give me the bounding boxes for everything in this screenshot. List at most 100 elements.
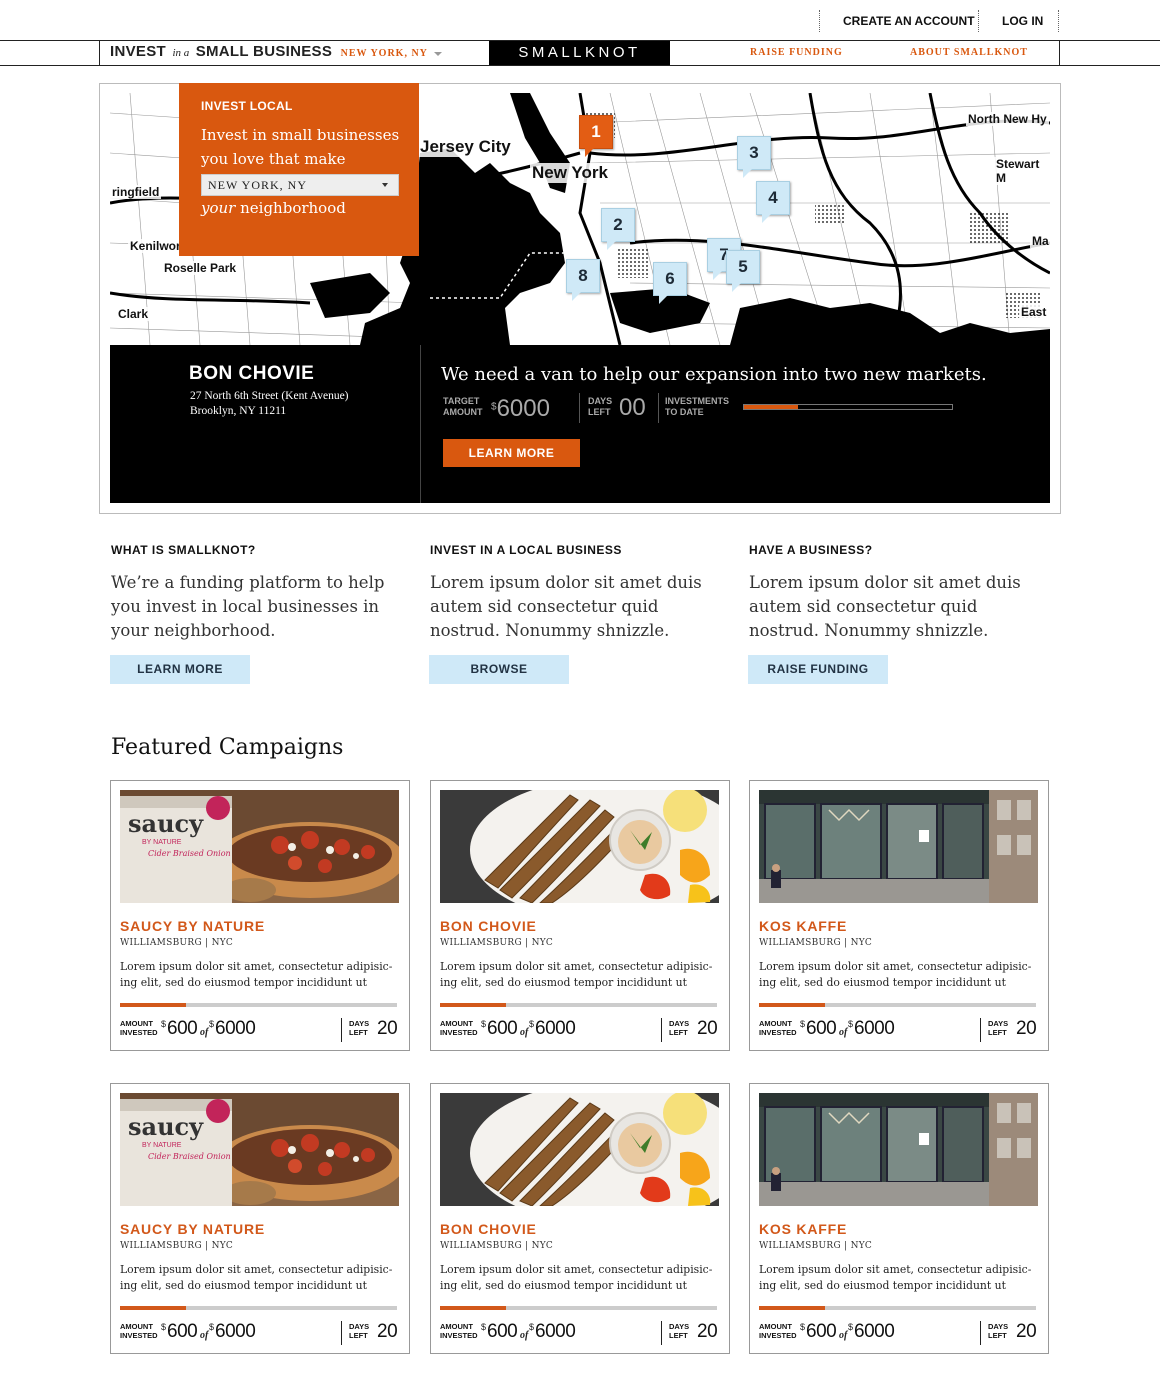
of-label: of (520, 1330, 529, 1341)
campaign-image[interactable] (759, 1093, 1038, 1206)
jar-pizza-photo: saucyBY NATURE Cider Braised Onion (120, 790, 399, 903)
svg-text:BY NATURE: BY NATURE (142, 1142, 182, 1149)
map-label-ma: Ma (1030, 234, 1050, 248)
fried-fish-photo (440, 1093, 719, 1206)
main-nav: INVEST in a SMALL BUSINESS NEW YORK, NY … (0, 40, 1160, 66)
campaign-image[interactable] (759, 790, 1038, 903)
stat-divider (658, 393, 659, 423)
goal-currency: $ (209, 1322, 215, 1332)
campaign-location: WILLIAMSBURG | NYC (120, 938, 234, 948)
campaign-progress-fill (759, 1306, 826, 1310)
column-text: Lorem ipsum dolor sit amet duis autem si… (749, 573, 1021, 640)
goal-amount: 6000 (535, 1018, 576, 1039)
campaign-location: WILLIAMSBURG | NYC (120, 1241, 234, 1251)
campaign-description: Lorem ipsum dolor sit amet, consectetur … (120, 959, 402, 991)
target-amount-label: TARGET AMOUNT (443, 396, 483, 418)
amount-invested-label: AMOUNT INVESTED (440, 1322, 478, 1340)
campaign-name[interactable]: BON CHOVIE (440, 1221, 537, 1237)
invested-currency: $ (481, 1019, 487, 1029)
storefront-photo (759, 790, 1038, 903)
campaign-card[interactable]: KOS KAFFE WILLIAMSBURG | NYC Lorem ipsum… (749, 1083, 1049, 1354)
column-title: WHAT IS SMALLKNOT? (111, 543, 256, 557)
campaign-name[interactable]: SAUCY BY NATURE (120, 1221, 265, 1237)
column-text: We’re a funding platform to help you inv… (111, 573, 385, 640)
campaign-progress-fill (440, 1306, 507, 1310)
campaign-description-line: Lorem ipsum dolor sit amet, consectetur … (759, 1263, 1032, 1276)
campaign-image[interactable] (440, 1093, 719, 1206)
browse-button[interactable]: BROWSE (429, 655, 569, 684)
invest-label: INVEST (110, 43, 166, 60)
days-label-2: LEFT (669, 1028, 688, 1037)
log-in-link[interactable]: LOG IN (1002, 12, 1043, 30)
campaign-name[interactable]: KOS KAFFE (759, 1221, 847, 1237)
amount-invested-label: AMOUNT INVESTED (120, 1019, 158, 1037)
campaign-card[interactable]: BON CHOVIE WILLIAMSBURG | NYC Lorem ipsu… (430, 1083, 730, 1354)
column-title: INVEST IN A LOCAL BUSINESS (430, 543, 622, 557)
campaign-image[interactable]: saucy BY NATURE Cider Braised Onion (120, 1093, 399, 1206)
map-pin-3[interactable]: 3 (737, 136, 771, 178)
goal-currency: $ (529, 1322, 535, 1332)
stat-divider (661, 1321, 662, 1345)
svg-text:saucy: saucy (128, 809, 204, 838)
investments-label-2: TO DATE (665, 407, 704, 417)
campaign-description: Lorem ipsum dolor sit amet, consectetur … (120, 1262, 402, 1294)
stat-divider (980, 1321, 981, 1345)
learn-more-button[interactable]: LEARN MORE (443, 439, 580, 467)
invest-selector[interactable]: INVEST in a SMALL BUSINESS NEW YORK, NY (110, 43, 428, 65)
days-label-2: LEFT (669, 1331, 688, 1340)
map-pin-4[interactable]: 4 (756, 181, 790, 223)
map-pin-1[interactable]: 1 (579, 115, 613, 157)
campaign-card[interactable]: saucy BY NATURE Cider Braised Onion SAUCY … (110, 1083, 410, 1354)
amount-invested-label: AMOUNT INVESTED (440, 1019, 478, 1037)
learn-more-column-button[interactable]: LEARN MORE (110, 655, 250, 684)
city-dropdown[interactable]: NEW YORK, NY (201, 174, 399, 196)
campaign-progress-bar (120, 1003, 397, 1007)
map-label-east: East (1019, 305, 1049, 319)
map-pin-5[interactable]: 5 (726, 250, 760, 292)
campaign-name[interactable]: SAUCY BY NATURE (120, 918, 265, 934)
campaign-description-line: ing elit, sed do eiusmod tempor incididu… (440, 1279, 687, 1292)
target-value: 6000 (496, 395, 550, 422)
campaign-location: WILLIAMSBURG | NYC (440, 938, 554, 948)
campaign-progress-bar (759, 1306, 1036, 1310)
your-label: your (201, 199, 236, 217)
invested-currency: $ (481, 1322, 487, 1332)
invest-local-title: INVEST LOCAL (201, 99, 293, 113)
raise-funding-button[interactable]: RAISE FUNDING (748, 655, 888, 684)
city-select[interactable]: NEW YORK, NY (341, 48, 428, 59)
campaign-card[interactable]: saucy BY NATURE Cider Braised Onion SAUCY … (110, 780, 410, 1051)
campaign-image[interactable] (440, 790, 719, 903)
campaign-location: WILLIAMSBURG | NYC (759, 938, 873, 948)
chevron-down-icon[interactable] (434, 52, 442, 56)
of-label: of (520, 1027, 529, 1038)
campaign-progress-fill (759, 1003, 826, 1007)
days-left-value: 20 (1016, 1321, 1037, 1342)
campaign-card[interactable]: KOS KAFFE WILLIAMSBURG | NYC Lorem ipsum… (749, 780, 1049, 1051)
map-pin-2[interactable]: 2 (601, 208, 635, 250)
campaign-description: Lorem ipsum dolor sit amet, consectetur … (759, 959, 1041, 991)
days-left-value: 20 (377, 1018, 398, 1039)
neighborhood-label: neighborhood (240, 199, 346, 217)
create-account-link[interactable]: CREATE AN ACCOUNT (843, 12, 975, 30)
campaign-progress-bar (120, 1306, 397, 1310)
amount-label-2: INVESTED (759, 1331, 797, 1340)
amount-label-2: INVESTED (120, 1331, 158, 1340)
brand-logo[interactable]: SMALLKNOT (489, 41, 670, 65)
campaign-image[interactable]: saucy BY NATURE Cider Braised Onion (120, 790, 399, 903)
about-link[interactable]: ABOUT SMALLKNOT (910, 47, 1028, 58)
map-label-stewart-manor: Stewart M (994, 157, 1050, 185)
column-title: HAVE A BUSINESS? (749, 543, 873, 557)
campaign-card[interactable]: BON CHOVIE WILLIAMSBURG | NYC Lorem ipsu… (430, 780, 730, 1051)
business-address-2: Brooklyn, NY 11211 (190, 405, 287, 417)
goal-currency: $ (848, 1019, 854, 1029)
campaign-description-line: Lorem ipsum dolor sit amet, consectetur … (759, 960, 1032, 973)
days-label-1: DAYS (349, 1322, 370, 1331)
invested-amount: 600 (487, 1321, 518, 1342)
goal-amount: 6000 (854, 1018, 895, 1039)
raise-funding-link[interactable]: RAISE FUNDING (750, 47, 843, 58)
campaign-name[interactable]: KOS KAFFE (759, 918, 847, 934)
campaign-name[interactable]: BON CHOVIE (440, 918, 537, 934)
map-pin-6[interactable]: 6 (653, 262, 687, 304)
map-pin-8[interactable]: 8 (566, 259, 600, 301)
amount-label-1: AMOUNT (759, 1019, 792, 1028)
